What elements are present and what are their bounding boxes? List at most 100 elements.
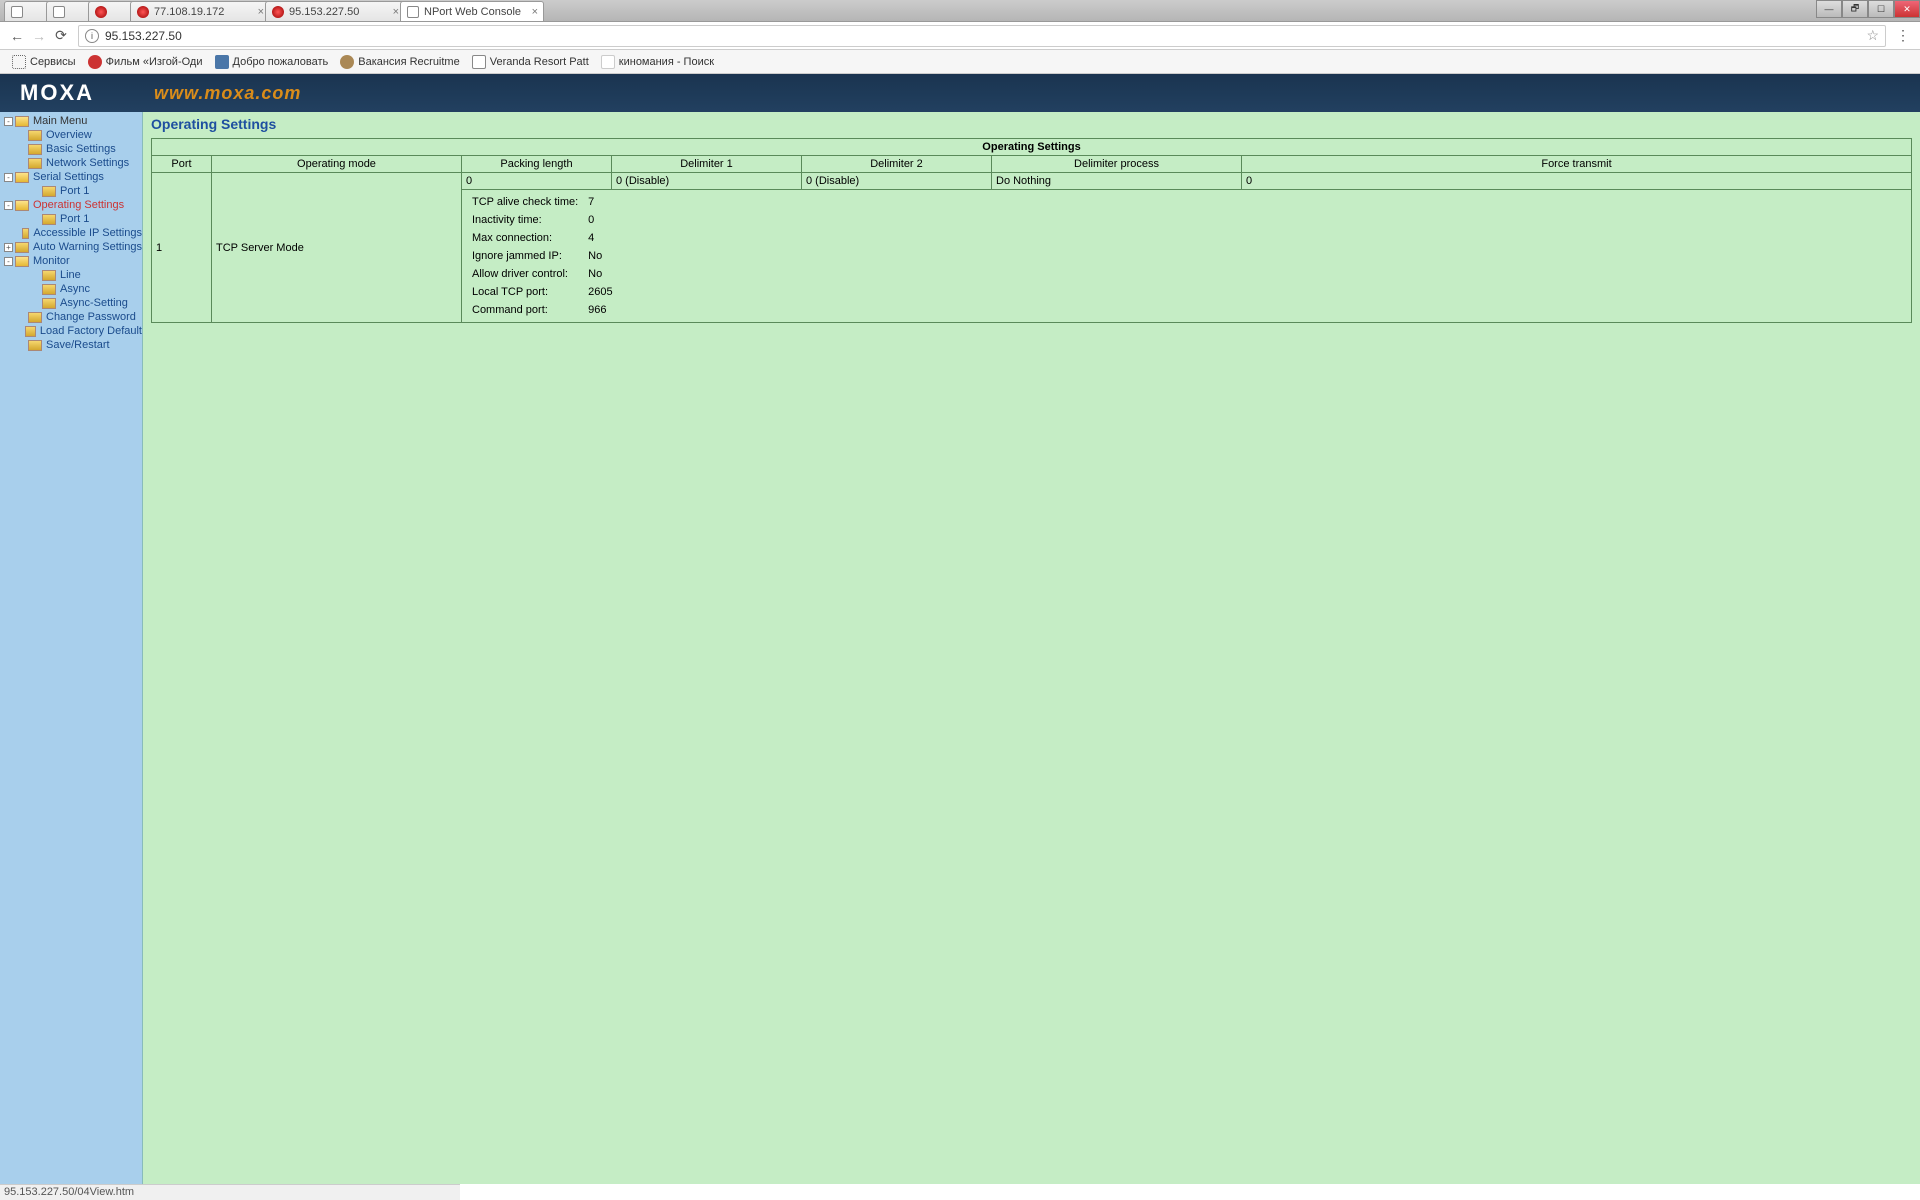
browser-tab[interactable] bbox=[4, 1, 51, 21]
folder-icon bbox=[28, 312, 42, 323]
val-localport: 2605 bbox=[584, 284, 616, 300]
tab-favicon bbox=[95, 6, 107, 18]
nav-monitor[interactable]: Monitor bbox=[33, 255, 70, 267]
restore-button[interactable]: 🗗 bbox=[1842, 0, 1868, 18]
bookmark-label: Добро пожаловать bbox=[233, 56, 329, 68]
cell-delim2: 0 (Disable) bbox=[802, 173, 992, 190]
folder-icon bbox=[28, 158, 42, 169]
close-button[interactable]: ✕ bbox=[1894, 0, 1920, 18]
collapse-icon[interactable]: - bbox=[4, 173, 13, 182]
col-delimproc: Delimiter process bbox=[992, 156, 1242, 173]
expand-icon[interactable]: + bbox=[4, 243, 13, 252]
val-cmdport: 966 bbox=[584, 302, 616, 318]
nav-serial-settings[interactable]: Serial Settings bbox=[33, 171, 104, 183]
bookmark-item[interactable]: Veranda Resort Patt bbox=[466, 55, 595, 69]
bookmark-label: Veranda Resort Patt bbox=[490, 56, 589, 68]
browser-tab[interactable] bbox=[46, 1, 93, 21]
label-localport: Local TCP port: bbox=[468, 284, 582, 300]
collapse-icon[interactable]: - bbox=[4, 257, 13, 266]
bookmark-item[interactable]: Фильм «Изгой-Оди bbox=[82, 55, 209, 69]
folder-icon bbox=[42, 270, 56, 281]
cell-mode: TCP Server Mode bbox=[212, 173, 462, 323]
site-info-icon[interactable]: i bbox=[85, 29, 99, 43]
bookmark-item[interactable]: киномания - Поиск bbox=[595, 55, 720, 69]
browser-tab[interactable] bbox=[88, 1, 135, 21]
cell-port: 1 bbox=[152, 173, 212, 323]
nav-save-restart[interactable]: Save/Restart bbox=[46, 339, 110, 351]
folder-icon bbox=[25, 326, 36, 337]
val-tcp-alive: 7 bbox=[584, 194, 616, 210]
collapse-icon[interactable]: - bbox=[4, 201, 13, 210]
label-ignore: Ignore jammed IP: bbox=[468, 248, 582, 264]
nav-operating-settings[interactable]: Operating Settings bbox=[33, 199, 124, 211]
main-menu-label: Main Menu bbox=[33, 115, 87, 127]
nav-accessible-ip[interactable]: Accessible IP Settings bbox=[33, 227, 142, 239]
folder-icon bbox=[28, 144, 42, 155]
folder-icon bbox=[15, 200, 29, 211]
nav-serial-port1[interactable]: Port 1 bbox=[60, 185, 89, 197]
address-bar[interactable]: i 95.153.227.50 ☆ bbox=[78, 25, 1886, 47]
operating-settings-table: Operating Settings Port Operating mode P… bbox=[151, 138, 1912, 323]
nav-load-factory[interactable]: Load Factory Default bbox=[40, 325, 142, 337]
folder-icon bbox=[28, 130, 42, 141]
status-bar: 95.153.227.50/04View.htm bbox=[0, 1184, 460, 1200]
moxa-logo: MOXA bbox=[20, 80, 94, 106]
val-maxconn: 4 bbox=[584, 230, 616, 246]
tab-close-icon[interactable]: × bbox=[393, 6, 399, 18]
browser-tab[interactable]: 77.108.19.172 × bbox=[130, 1, 270, 21]
url-text: 95.153.227.50 bbox=[105, 29, 1866, 43]
folder-icon bbox=[15, 172, 29, 183]
nav-operating-port1[interactable]: Port 1 bbox=[60, 213, 89, 225]
nav-monitor-async[interactable]: Async bbox=[60, 283, 90, 295]
nav-change-password[interactable]: Change Password bbox=[46, 311, 136, 323]
nav-network-settings[interactable]: Network Settings bbox=[46, 157, 129, 169]
col-delim2: Delimiter 2 bbox=[802, 156, 992, 173]
nav-monitor-async-setting[interactable]: Async-Setting bbox=[60, 297, 128, 309]
nav-basic-settings[interactable]: Basic Settings bbox=[46, 143, 116, 155]
tab-label: NPort Web Console bbox=[424, 6, 521, 18]
folder-icon bbox=[42, 298, 56, 309]
folder-icon bbox=[42, 186, 56, 197]
folder-icon bbox=[42, 284, 56, 295]
nav-monitor-line[interactable]: Line bbox=[60, 269, 81, 281]
back-button[interactable]: ← bbox=[6, 25, 28, 47]
maximize-button[interactable]: ☐ bbox=[1868, 0, 1894, 18]
bookmark-icon bbox=[88, 55, 102, 69]
bookmark-icon bbox=[340, 55, 354, 69]
tab-label: 77.108.19.172 bbox=[154, 6, 224, 18]
val-inactivity: 0 bbox=[584, 212, 616, 228]
content-area: Operating Settings Operating Settings Po… bbox=[143, 112, 1920, 1184]
col-delim1: Delimiter 1 bbox=[612, 156, 802, 173]
tab-close-icon[interactable]: × bbox=[258, 6, 264, 18]
browser-tab[interactable]: 95.153.227.50× bbox=[265, 1, 405, 21]
reload-button[interactable]: ⟳ bbox=[50, 25, 72, 47]
tab-favicon bbox=[11, 6, 23, 18]
nav-overview[interactable]: Overview bbox=[46, 129, 92, 141]
label-tcp-alive: TCP alive check time: bbox=[468, 194, 582, 210]
tab-favicon bbox=[53, 6, 65, 18]
folder-icon bbox=[42, 214, 56, 225]
nav-auto-warning[interactable]: Auto Warning Settings bbox=[33, 241, 142, 253]
tab-favicon bbox=[407, 6, 419, 18]
label-allow: Allow driver control: bbox=[468, 266, 582, 282]
browser-menu-icon[interactable]: ⋮ bbox=[1892, 27, 1914, 44]
moxa-url: www.moxa.com bbox=[154, 83, 301, 104]
forward-button[interactable]: → bbox=[28, 25, 50, 47]
cell-details: TCP alive check time:7 Inactivity time:0… bbox=[462, 190, 1912, 323]
collapse-icon[interactable]: - bbox=[4, 117, 13, 126]
bookmark-label: Вакансия Recruitme bbox=[358, 56, 459, 68]
cell-packing: 0 bbox=[462, 173, 612, 190]
bookmark-icon bbox=[472, 55, 486, 69]
bookmark-star-icon[interactable]: ☆ bbox=[1866, 27, 1879, 44]
bookmark-item[interactable]: Вакансия Recruitme bbox=[334, 55, 465, 69]
col-mode: Operating mode bbox=[212, 156, 462, 173]
folder-icon bbox=[15, 242, 29, 253]
bookmark-icon bbox=[601, 55, 615, 69]
browser-tab[interactable]: NPort Web Console × bbox=[400, 1, 544, 21]
bookmark-item[interactable]: Сервисы bbox=[6, 55, 82, 69]
bookmark-item[interactable]: Добро пожаловать bbox=[209, 55, 335, 69]
col-port: Port bbox=[152, 156, 212, 173]
bookmark-label: Фильм «Изгой-Оди bbox=[106, 56, 203, 68]
tab-close-icon[interactable]: × bbox=[532, 6, 538, 18]
minimize-button[interactable]: — bbox=[1816, 0, 1842, 18]
